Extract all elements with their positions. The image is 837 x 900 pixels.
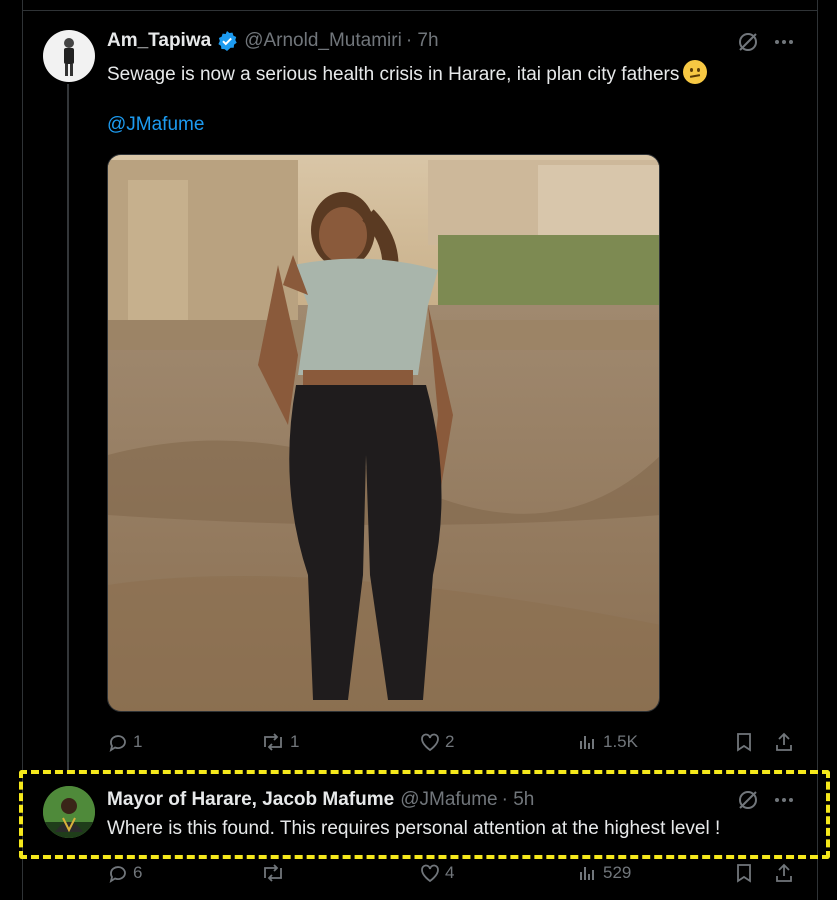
like-count: 2 (445, 732, 455, 751)
views-button[interactable]: 1.5K (577, 731, 638, 753)
tweet-header: Am_Tapiwa @Arnold_Mutamiri · 7h (107, 30, 439, 52)
heart-icon (421, 864, 439, 883)
tweet-text: Sewage is now a serious health crisis in… (107, 64, 680, 85)
like-count: 4 (445, 863, 455, 882)
verified-badge-icon (216, 30, 238, 52)
views-button[interactable]: 529 (577, 862, 631, 884)
view-count: 1.5K (603, 732, 638, 751)
repost-button[interactable]: 1 (260, 731, 299, 753)
tweet-photo[interactable] (107, 154, 660, 712)
heart-icon (421, 733, 439, 752)
reply-icon (109, 866, 126, 883)
like-button[interactable]: 2 (419, 731, 454, 753)
grok-icon[interactable] (737, 31, 759, 58)
reply-icon (109, 735, 126, 752)
bookmark-icon[interactable] (733, 862, 755, 889)
share-icon[interactable] (773, 731, 795, 758)
divider (22, 10, 818, 11)
mention-link[interactable]: @JMafume (107, 114, 204, 136)
tweet-body: Sewage is now a serious health crisis in… (107, 60, 708, 86)
share-icon[interactable] (773, 862, 795, 889)
view-count: 529 (603, 863, 632, 882)
reply-count: 1 (133, 732, 143, 751)
reply-count: 6 (133, 863, 143, 882)
timestamp[interactable]: · 7h (406, 30, 439, 52)
views-icon (580, 867, 594, 880)
highlight-box (19, 770, 830, 859)
repost-count: 1 (290, 732, 300, 751)
reply-button[interactable]: 6 (107, 862, 142, 884)
more-options-icon[interactable] (773, 31, 795, 58)
confused-face-icon (683, 60, 708, 84)
like-button[interactable]: 4 (419, 862, 454, 884)
avatar[interactable] (43, 30, 95, 82)
repost-button[interactable] (260, 862, 290, 884)
bookmark-icon[interactable] (733, 731, 755, 758)
repost-icon (264, 864, 282, 882)
reply-button[interactable]: 1 (107, 731, 142, 753)
author-handle[interactable]: @Arnold_Mutamiri (244, 30, 402, 52)
author-name[interactable]: Am_Tapiwa (107, 30, 211, 52)
thread-connector-line (67, 84, 69, 770)
repost-icon (264, 733, 282, 751)
views-icon (580, 736, 594, 749)
